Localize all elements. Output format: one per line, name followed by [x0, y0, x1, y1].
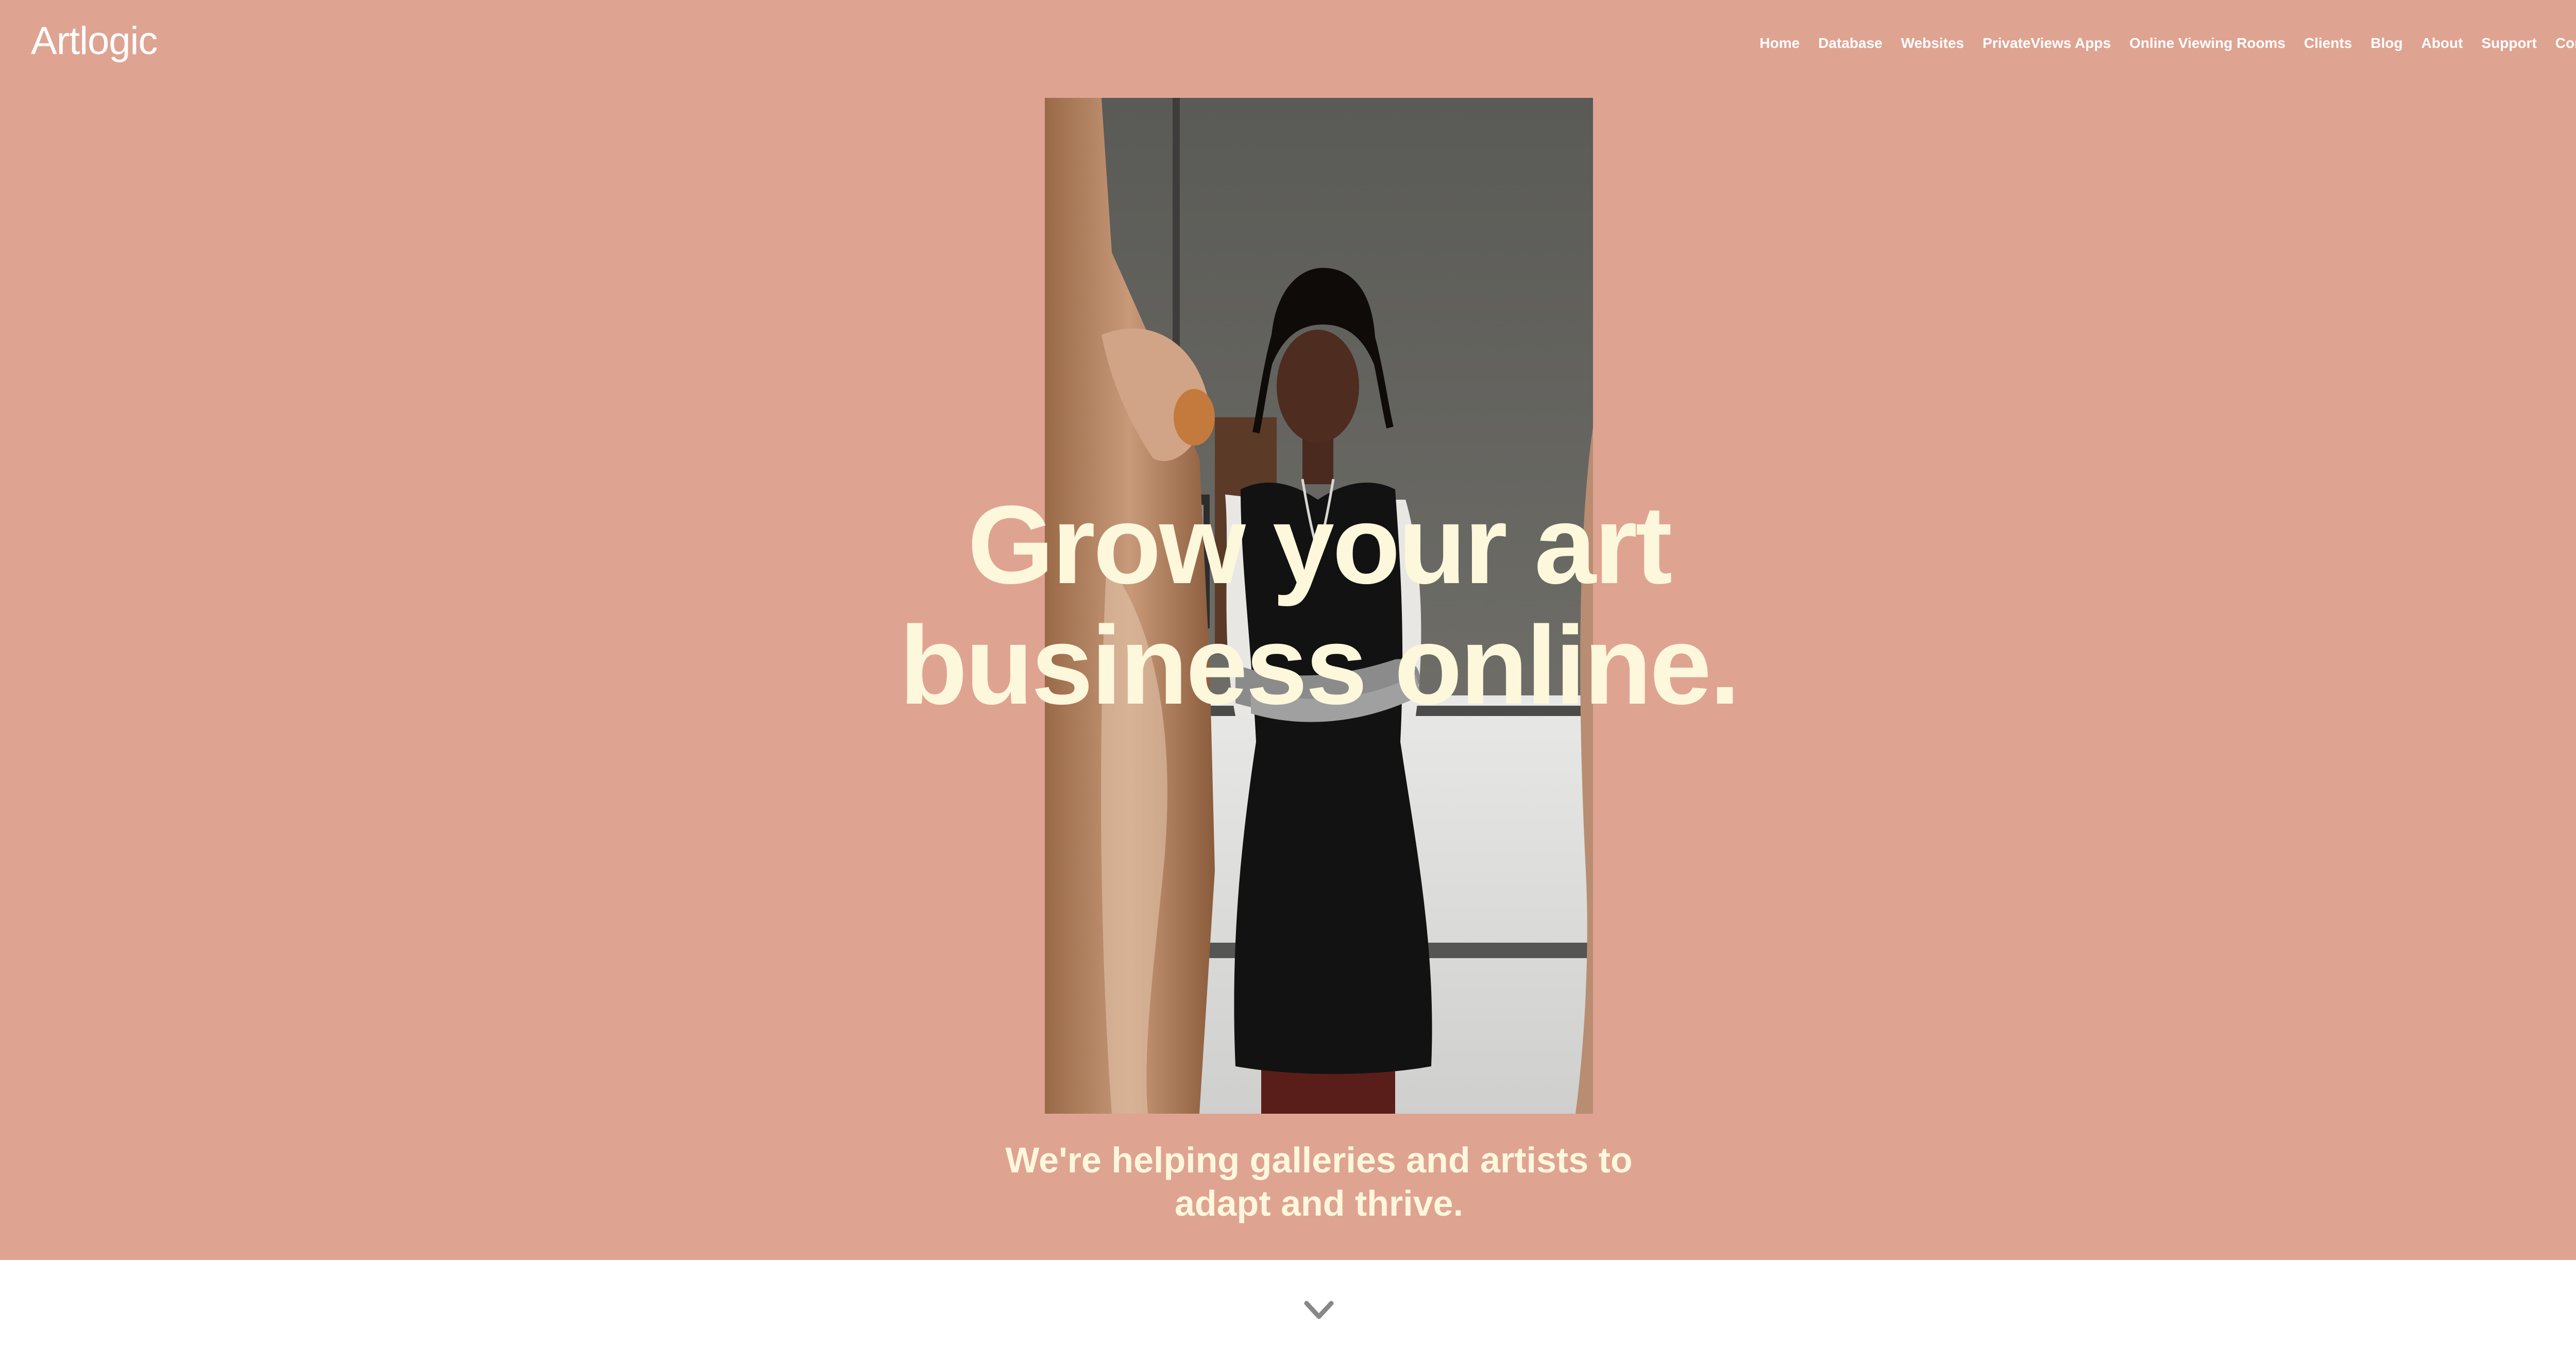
nav-clients[interactable]: Clients [2304, 32, 2352, 55]
nav-blog[interactable]: Blog [2370, 32, 2402, 55]
nav-privateviews-apps[interactable]: PrivateViews Apps [1982, 32, 2111, 55]
hero-headline: Grow your art business online. [804, 484, 1834, 725]
hero-headline-line-2: business online. [899, 603, 1740, 727]
nav-about[interactable]: About [2421, 32, 2463, 55]
nav-contact[interactable]: Contact [2555, 32, 2576, 55]
nav-database[interactable]: Database [1818, 32, 1883, 55]
nav-support[interactable]: Support [2481, 32, 2536, 55]
hero-subline: We're helping galleries and artists to a… [958, 1138, 1680, 1225]
hero-section: Artlogic Home Database Websites PrivateV… [0, 0, 2576, 1260]
nav-websites[interactable]: Websites [1901, 32, 1964, 55]
hero-headline-line-1: Grow your art [967, 482, 1672, 607]
hero-subline-line-2: adapt and thrive. [1174, 1183, 1464, 1223]
artlogic-logo[interactable]: Artlogic [31, 21, 158, 62]
nav-home[interactable]: Home [1759, 32, 1800, 55]
main-nav: Home Database Websites PrivateViews Apps… [1741, 32, 2576, 55]
chevron-down-icon[interactable] [1303, 1299, 1334, 1322]
nav-online-viewing-rooms[interactable]: Online Viewing Rooms [2129, 32, 2285, 55]
hero-subline-line-1: We're helping galleries and artists to [1005, 1140, 1633, 1180]
